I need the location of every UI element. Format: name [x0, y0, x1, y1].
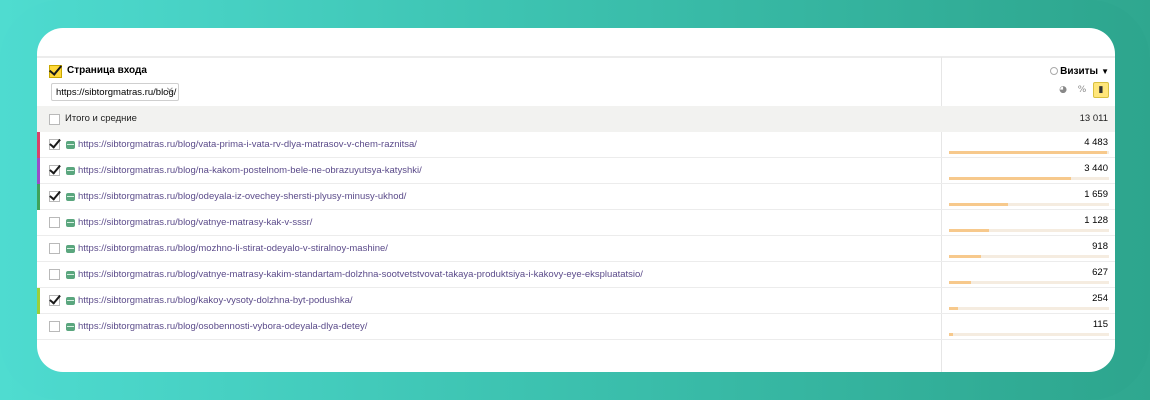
series-color-marker — [37, 184, 40, 210]
clock-icon — [1050, 67, 1059, 75]
check-icon — [49, 188, 61, 201]
series-color-marker — [37, 132, 40, 158]
share-bar-track — [949, 333, 1109, 336]
row-visits-value: 254 — [1092, 293, 1108, 304]
row-checkbox[interactable] — [49, 162, 61, 176]
row-checkbox[interactable] — [49, 136, 61, 150]
page-icon — [66, 141, 75, 149]
metric-label: Визиты — [1060, 66, 1099, 77]
page-icon — [66, 193, 75, 201]
row-url-link[interactable]: https://sibtorgmatras.ru/blog/kakoy-vyso… — [78, 295, 353, 306]
share-bar-track — [949, 203, 1109, 206]
row-checkbox[interactable] — [49, 292, 61, 306]
table-row[interactable]: https://sibtorgmatras.ru/blog/vatnye-mat… — [37, 262, 1115, 288]
share-bar-track — [949, 229, 1109, 232]
metric-selector[interactable]: Визиты ▼ — [1050, 66, 1109, 77]
row-url-link[interactable]: https://sibtorgmatras.ru/blog/vatnye-mat… — [78, 269, 643, 280]
table-row[interactable]: https://sibtorgmatras.ru/blog/kakoy-vyso… — [37, 288, 1115, 314]
series-color-marker — [37, 288, 40, 314]
row-visits-value: 627 — [1092, 267, 1108, 278]
page-icon — [66, 219, 75, 227]
check-icon — [48, 62, 63, 76]
table-row[interactable]: https://sibtorgmatras.ru/blog/mozhno-li-… — [37, 236, 1115, 262]
row-url-link[interactable]: https://sibtorgmatras.ru/blog/odeyala-iz… — [78, 191, 406, 202]
table-row[interactable]: https://sibtorgmatras.ru/blog/na-kakom-p… — [37, 158, 1115, 184]
page-icon — [66, 245, 75, 253]
row-checkbox[interactable] — [49, 217, 60, 228]
row-visits-value: 4 483 — [1084, 137, 1108, 148]
row-visits-value: 918 — [1092, 241, 1108, 252]
totals-value: 13 011 — [1079, 113, 1108, 124]
page-icon — [66, 323, 75, 331]
report-panel: Страница входа https://sibtorgmatras.ru/… — [37, 28, 1115, 372]
share-bar-fill — [949, 307, 958, 310]
row-url-link[interactable]: https://sibtorgmatras.ru/blog/na-kakom-p… — [78, 165, 422, 176]
share-bar-fill — [949, 281, 971, 284]
share-bar-track — [949, 177, 1109, 180]
page-icon — [66, 297, 75, 305]
share-bar-fill — [949, 333, 953, 336]
percent-icon[interactable]: % — [1074, 82, 1090, 98]
totals-label: Итого и средние — [65, 113, 137, 124]
caret-down-icon: ▼ — [1101, 67, 1109, 76]
filter-value: https://sibtorgmatras.ru/blog/ — [56, 87, 177, 98]
share-bar-track — [949, 307, 1109, 310]
share-bar-track — [949, 255, 1109, 258]
share-bar-fill — [949, 255, 981, 258]
row-checkbox[interactable] — [49, 321, 60, 332]
row-checkbox[interactable] — [49, 243, 60, 254]
row-visits-value: 1 659 — [1084, 189, 1108, 200]
row-visits-value: 115 — [1092, 319, 1108, 330]
close-icon[interactable]: ✕ — [166, 86, 174, 97]
share-bar-fill — [949, 151, 1107, 154]
check-icon — [49, 136, 61, 149]
share-bar-track — [949, 281, 1109, 284]
bar-chart-icon[interactable]: ▮ — [1093, 82, 1109, 98]
check-icon — [49, 292, 61, 305]
totals-row: Итого и средние 13 011 — [37, 106, 1115, 132]
page-icon — [66, 271, 75, 279]
header-divider — [37, 56, 1115, 58]
table-row[interactable]: https://sibtorgmatras.ru/blog/vatnye-mat… — [37, 210, 1115, 236]
row-url-link[interactable]: https://sibtorgmatras.ru/blog/vata-prima… — [78, 139, 417, 150]
row-url-link[interactable]: https://sibtorgmatras.ru/blog/vatnye-mat… — [78, 217, 312, 228]
share-bar-fill — [949, 229, 989, 232]
share-bar-fill — [949, 177, 1071, 180]
totals-checkbox[interactable] — [49, 114, 60, 125]
row-checkbox[interactable] — [49, 188, 61, 202]
table-row[interactable]: https://sibtorgmatras.ru/blog/osobennost… — [37, 314, 1115, 340]
row-url-link[interactable]: https://sibtorgmatras.ru/blog/osobennost… — [78, 321, 367, 332]
share-bar-track — [949, 151, 1109, 154]
row-url-link[interactable]: https://sibtorgmatras.ru/blog/mozhno-li-… — [78, 243, 388, 254]
table-row[interactable]: https://sibtorgmatras.ru/blog/vata-prima… — [37, 132, 1115, 158]
check-icon — [49, 162, 61, 175]
share-bar-fill — [949, 203, 1008, 206]
row-visits-value: 1 128 — [1084, 215, 1108, 226]
series-color-marker — [37, 158, 40, 184]
filter-chip[interactable]: https://sibtorgmatras.ru/blog/ ✕ — [51, 83, 179, 101]
select-all-checkbox[interactable] — [48, 62, 63, 78]
dimension-title[interactable]: Страница входа — [67, 65, 147, 76]
pie-chart-icon[interactable]: ◕ — [1055, 82, 1071, 98]
view-toggle-group: ◕ % ▮ — [1055, 82, 1109, 98]
page-icon — [66, 167, 75, 175]
row-checkbox[interactable] — [49, 269, 60, 280]
row-visits-value: 3 440 — [1084, 163, 1108, 174]
table-row[interactable]: https://sibtorgmatras.ru/blog/odeyala-iz… — [37, 184, 1115, 210]
